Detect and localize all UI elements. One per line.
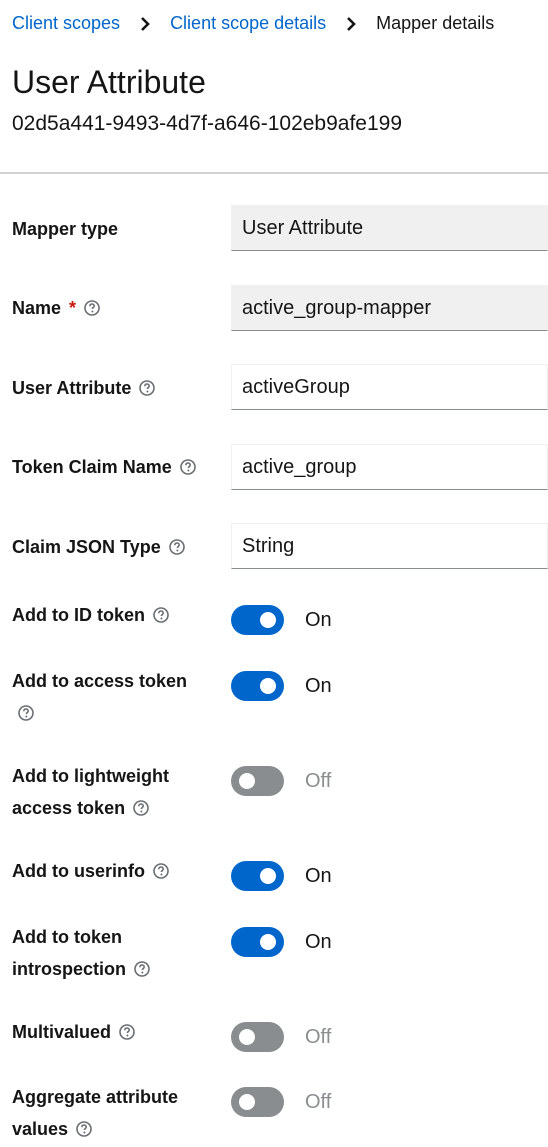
toggle-knob [260, 612, 276, 628]
toggle-label-line1: Add to ID token [12, 605, 145, 625]
toggle-label: Add to lightweight access token [12, 760, 207, 824]
toggle-switch[interactable] [231, 861, 284, 891]
toggle-knob [239, 1094, 255, 1110]
token-claim-name-label: Token Claim Name [12, 451, 207, 483]
claim-json-type-label: Claim JSON Type [12, 531, 207, 563]
breadcrumb-client-scope-details-link[interactable]: Client scope details [170, 13, 326, 34]
toggle-knob [239, 773, 255, 789]
token-claim-name-label-text: Token Claim Name [12, 457, 172, 477]
toggle-knob [260, 868, 276, 884]
toggle-knob [260, 934, 276, 950]
chevron-right-icon [141, 16, 150, 31]
mapper-type-field[interactable] [231, 205, 548, 251]
breadcrumb-current: Mapper details [376, 13, 495, 33]
toggle-knob [239, 1029, 255, 1045]
toggle-label: Add to ID token [12, 599, 207, 631]
toggle-label-line2: values [12, 1119, 69, 1139]
user-attribute-label-text: User Attribute [12, 378, 132, 398]
toggle-state-text: On [305, 865, 332, 887]
toggle-label-line2: introspection [12, 959, 127, 979]
toggle-switch[interactable] [231, 927, 284, 957]
help-icon[interactable] [133, 800, 149, 817]
claim-json-type-label-text: Claim JSON Type [12, 537, 161, 557]
help-icon[interactable] [119, 1024, 135, 1041]
toggle-state-text: On [305, 675, 332, 697]
toggle-switch[interactable] [231, 1087, 284, 1117]
page-title: User Attribute [12, 64, 206, 100]
help-icon[interactable] [134, 961, 150, 978]
breadcrumb-client-scopes-link[interactable]: Client scopes [12, 13, 120, 34]
toggle-label-line1: Add to access token [12, 671, 188, 691]
breadcrumb: Client scopes Client scope details Mappe… [12, 13, 494, 34]
toggle-switch[interactable] [231, 1022, 284, 1052]
toggle-state-text: Off [305, 770, 332, 792]
toggle-switch[interactable] [231, 605, 284, 635]
toggle-label-line1: Add to token [12, 927, 122, 947]
token-claim-name-input[interactable] [231, 444, 548, 490]
toggle-label: Multivalued [12, 1016, 207, 1048]
help-icon[interactable] [153, 607, 169, 624]
help-icon[interactable] [153, 863, 169, 880]
help-icon[interactable] [84, 300, 100, 317]
claim-json-type-select[interactable] [231, 523, 548, 569]
toggle-switch[interactable] [231, 766, 284, 796]
toggle-label: Aggregate attribute values [12, 1081, 207, 1145]
toggle-label-line2: access token [12, 798, 126, 818]
toggle-state-text: Off [305, 1091, 332, 1113]
user-attribute-input[interactable] [231, 364, 548, 410]
toggle-state-text: On [305, 931, 332, 953]
toggle-label-line1: Multivalued [12, 1022, 112, 1042]
toggle-state-text: Off [305, 1026, 332, 1048]
toggle-label-line1: Add to lightweight [12, 766, 169, 786]
toggle-knob [260, 678, 276, 694]
help-icon[interactable] [18, 705, 34, 722]
toggle-label-line1: Add to userinfo [12, 861, 145, 881]
mapper-id: 02d5a441-9493-4d7f-a646-102eb9afe199 [12, 112, 403, 135]
toggle-label-line1: Aggregate attribute [12, 1087, 179, 1107]
toggle-label: Add to token introspection [12, 921, 207, 985]
name-label: Name * [12, 292, 207, 324]
mapper-type-label: Mapper type [12, 213, 207, 245]
help-icon[interactable] [179, 459, 196, 476]
required-indicator: * [69, 298, 77, 318]
toggle-switch[interactable] [231, 671, 284, 701]
toggle-state-text: On [305, 609, 332, 631]
user-attribute-label: User Attribute [12, 372, 207, 404]
help-icon[interactable] [168, 539, 185, 556]
mapper-type-label-text: Mapper type [12, 219, 119, 239]
toggle-label: Add to access token [12, 665, 207, 729]
name-label-text: Name [12, 298, 62, 318]
name-field[interactable] [231, 285, 548, 331]
help-icon[interactable] [139, 380, 156, 397]
help-icon[interactable] [76, 1121, 92, 1138]
toggle-label: Add to userinfo [12, 855, 207, 887]
divider [0, 172, 548, 174]
chevron-right-icon [347, 16, 356, 31]
